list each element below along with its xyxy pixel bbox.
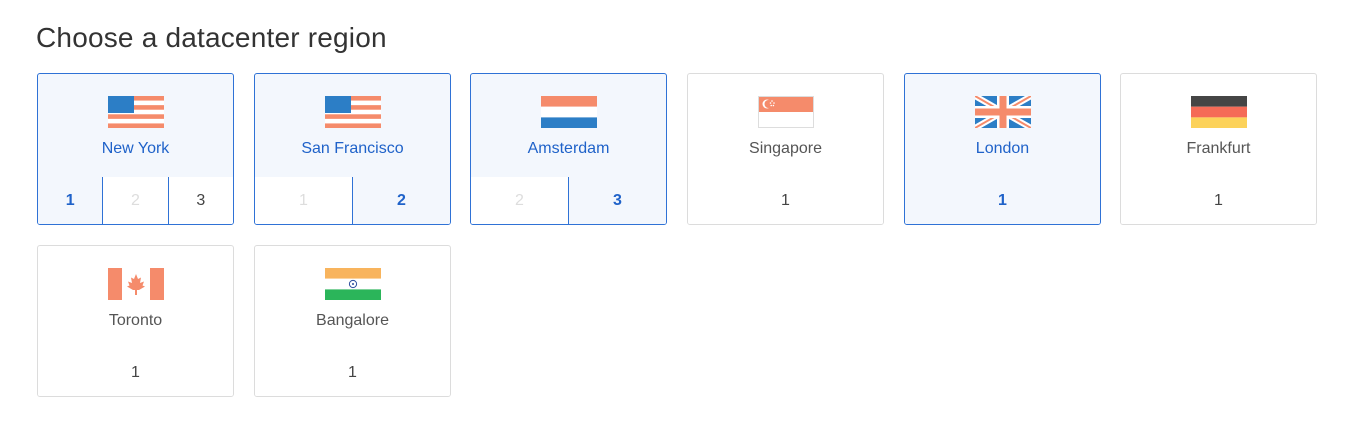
- datacenter-option[interactable]: 3: [167, 177, 233, 224]
- uk-flag-icon: [975, 96, 1031, 128]
- datacenter-option: 2: [515, 191, 524, 209]
- page-title: Choose a datacenter region: [36, 22, 387, 53]
- region-card-header[interactable]: New York: [38, 74, 233, 178]
- region-card-toronto[interactable]: Toronto 1: [37, 245, 234, 397]
- region-card-frankfurt[interactable]: Frankfurt 1: [1120, 73, 1317, 225]
- datacenter-number-selector: 23: [471, 177, 666, 224]
- india-flag-icon: [325, 268, 381, 300]
- datacenter-option[interactable]: 1: [255, 349, 450, 396]
- netherlands-flag-icon: [541, 96, 597, 128]
- us-flag-icon: [108, 96, 164, 128]
- region-name: Toronto: [108, 312, 163, 329]
- region-name: London: [975, 140, 1030, 157]
- datacenter-option[interactable]: 2: [352, 177, 450, 224]
- region-card-header[interactable]: Amsterdam: [471, 74, 666, 178]
- datacenter-option[interactable]: 1: [905, 177, 1100, 224]
- datacenter-number-selector: 12: [255, 177, 450, 224]
- region-card-amsterdam[interactable]: Amsterdam 2 3: [470, 73, 667, 225]
- region-card-header[interactable]: Toronto: [38, 246, 233, 350]
- region-name: Frankfurt: [1186, 140, 1251, 157]
- region-card-san-francisco[interactable]: San Francisco 1 2: [254, 73, 451, 225]
- region-name: San Francisco: [301, 140, 404, 157]
- datacenter-option[interactable]: 3: [568, 177, 666, 224]
- region-card-header[interactable]: Bangalore: [255, 246, 450, 350]
- datacenter-number-selector: 1: [255, 349, 450, 396]
- datacenter-number-selector: 1: [1121, 177, 1316, 224]
- datacenter-option[interactable]: 1: [688, 177, 883, 224]
- region-card-header[interactable]: London: [905, 74, 1100, 178]
- region-card-header[interactable]: San Francisco: [255, 74, 450, 178]
- datacenter-number-selector: 1: [688, 177, 883, 224]
- region-name: Singapore: [749, 140, 822, 157]
- datacenter-option[interactable]: 1: [38, 177, 103, 224]
- region-card-header[interactable]: Frankfurt: [1121, 74, 1316, 178]
- datacenter-number-selector: 1: [905, 177, 1100, 224]
- singapore-flag-icon: [758, 96, 814, 128]
- region-name: Amsterdam: [527, 140, 610, 157]
- region-name: New York: [101, 140, 170, 157]
- region-card-header[interactable]: Singapore: [688, 74, 883, 178]
- region-card-singapore[interactable]: Singapore 1: [687, 73, 884, 225]
- datacenter-number-selector: 123: [38, 177, 233, 224]
- datacenter-number-selector: 1: [38, 349, 233, 396]
- datacenter-option[interactable]: 1: [38, 349, 233, 396]
- datacenter-option: 1: [299, 191, 308, 209]
- region-name: Bangalore: [316, 312, 389, 329]
- region-card-bangalore[interactable]: Bangalore 1: [254, 245, 451, 397]
- datacenter-option: 2: [102, 177, 167, 224]
- germany-flag-icon: [1191, 96, 1247, 128]
- us-flag-icon: [325, 96, 381, 128]
- datacenter-option[interactable]: 1: [1121, 177, 1316, 224]
- region-card-london[interactable]: London 1: [904, 73, 1101, 225]
- canada-flag-icon: [108, 268, 164, 300]
- region-card-new-york[interactable]: New York 1 2 3: [37, 73, 234, 225]
